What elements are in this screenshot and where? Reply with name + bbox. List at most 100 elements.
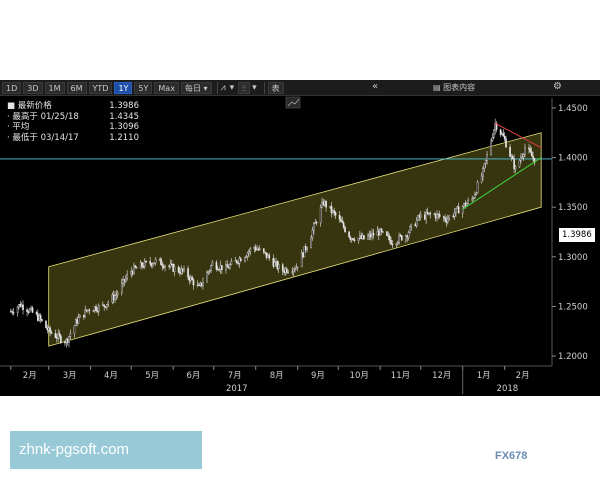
trend-channel bbox=[48, 132, 542, 347]
candle-body bbox=[191, 276, 193, 280]
y-tick-label: 1.2000 bbox=[558, 352, 588, 362]
candle-body bbox=[26, 309, 28, 312]
candle-body bbox=[215, 262, 218, 270]
candle-body bbox=[329, 205, 331, 208]
period-button-3d[interactable]: 3D bbox=[23, 81, 43, 94]
legend-row: ■ 最新价格 1.3986 bbox=[7, 101, 139, 112]
gear-icon[interactable]: ⚙ bbox=[553, 81, 562, 92]
candle-body bbox=[83, 314, 85, 318]
candle-body bbox=[281, 264, 284, 272]
candle-body bbox=[257, 248, 260, 251]
candle-body bbox=[211, 262, 214, 266]
x-year-label: 2017 bbox=[226, 384, 248, 394]
y-tick-label: 1.3500 bbox=[558, 203, 588, 213]
candle-body bbox=[313, 223, 315, 231]
candle-body bbox=[79, 314, 81, 318]
period-button-1y[interactable]: 1Y bbox=[114, 81, 133, 94]
candle-body bbox=[325, 201, 327, 208]
candle-body bbox=[161, 264, 164, 267]
candle-body bbox=[16, 306, 19, 313]
legend-value: 1.2110 bbox=[109, 132, 139, 143]
candle-body bbox=[457, 206, 460, 214]
candle-body bbox=[104, 306, 107, 308]
site-banner[interactable]: zhnk-pgsoft.com bbox=[10, 431, 202, 469]
candle-body bbox=[92, 310, 95, 312]
candle-body bbox=[237, 262, 239, 264]
period-button-1d[interactable]: 1D bbox=[2, 81, 22, 94]
candle-body bbox=[130, 271, 133, 275]
candle-body bbox=[332, 210, 334, 213]
candle-body bbox=[88, 309, 91, 311]
candle-body bbox=[302, 252, 304, 258]
candle-body bbox=[164, 265, 166, 268]
candle-body bbox=[349, 236, 352, 240]
candle-body bbox=[499, 129, 502, 135]
candle-body bbox=[111, 294, 114, 303]
period-button-max[interactable]: Max bbox=[154, 81, 179, 94]
candle-body bbox=[490, 140, 492, 155]
candle-body bbox=[353, 239, 356, 241]
double-chevron-left-icon[interactable]: « bbox=[372, 81, 378, 92]
candle-body bbox=[199, 282, 202, 286]
candle-body bbox=[520, 157, 522, 161]
candle-body bbox=[372, 232, 375, 236]
period-button-ytd[interactable]: YTD bbox=[88, 81, 113, 94]
candle-body bbox=[249, 248, 252, 252]
candle-body bbox=[528, 147, 530, 150]
candle-body bbox=[456, 206, 459, 209]
candle-body bbox=[96, 310, 99, 312]
candle-body bbox=[217, 269, 219, 271]
candle-body bbox=[367, 235, 369, 240]
candle-body bbox=[103, 304, 105, 307]
period-button-5y[interactable]: 5Y bbox=[134, 81, 153, 94]
x-tick-label: 1月 bbox=[477, 371, 491, 381]
candle-body bbox=[503, 136, 506, 139]
chart-content-button[interactable]: ▤ 图表内容 bbox=[433, 82, 475, 93]
candle-body bbox=[264, 251, 266, 254]
candle-body bbox=[173, 266, 176, 272]
x-tick-label: 2月 bbox=[23, 371, 37, 381]
candle-body bbox=[153, 262, 156, 265]
period-button-6m[interactable]: 6M bbox=[66, 81, 87, 94]
candle-body bbox=[133, 265, 135, 275]
candle-body bbox=[442, 216, 445, 218]
candle-body bbox=[352, 238, 354, 241]
candle-body bbox=[154, 259, 157, 264]
candle-body bbox=[126, 274, 128, 279]
candle-body bbox=[476, 181, 479, 194]
candle-body bbox=[76, 319, 78, 324]
candle-body bbox=[306, 247, 308, 251]
candle-body bbox=[398, 235, 400, 243]
legend-label: · 最高于 01/25/18 bbox=[7, 111, 79, 122]
candle-body bbox=[210, 265, 212, 271]
period-button-1m[interactable]: 1M bbox=[44, 81, 65, 94]
candle-body bbox=[342, 222, 345, 228]
line-chart-icon[interactable]: ⩘ bbox=[221, 82, 226, 94]
candle-body bbox=[493, 129, 495, 138]
candle-body bbox=[323, 201, 326, 205]
chevron-down-icon[interactable]: ▾ bbox=[252, 82, 257, 94]
candle-body bbox=[396, 241, 399, 244]
candle-body bbox=[426, 212, 429, 215]
candle-body bbox=[57, 333, 59, 339]
candlestick-icon[interactable]: ⫶⫶ bbox=[238, 81, 251, 94]
candle-body bbox=[183, 268, 185, 272]
candle-body bbox=[66, 339, 69, 343]
x-tick-label: 8月 bbox=[270, 371, 284, 381]
candle-body bbox=[310, 237, 312, 249]
candle-body bbox=[386, 231, 388, 236]
chevron-down-icon[interactable]: ▾ bbox=[230, 82, 235, 94]
y-tick-label: 1.4000 bbox=[558, 154, 588, 164]
candle-body bbox=[263, 248, 265, 253]
candle-body bbox=[143, 260, 146, 268]
candle-body bbox=[502, 133, 505, 137]
candle-body bbox=[505, 138, 507, 148]
candle-body bbox=[37, 313, 39, 321]
table-button[interactable]: 表 bbox=[267, 81, 284, 94]
frequency-select[interactable]: 每日 ▾ bbox=[180, 81, 212, 94]
candle-body bbox=[273, 261, 276, 267]
candle-body bbox=[31, 307, 34, 313]
chart-frame: 1D 3D 1M 6M YTD 1Y 5Y Max 每日 ▾ ⩘ ▾ ⫶⫶ ▾ 表 « ▤ 图表内容 ⚙ … bbox=[0, 80, 600, 462]
candle-body bbox=[455, 207, 457, 214]
candle-body bbox=[169, 263, 172, 267]
